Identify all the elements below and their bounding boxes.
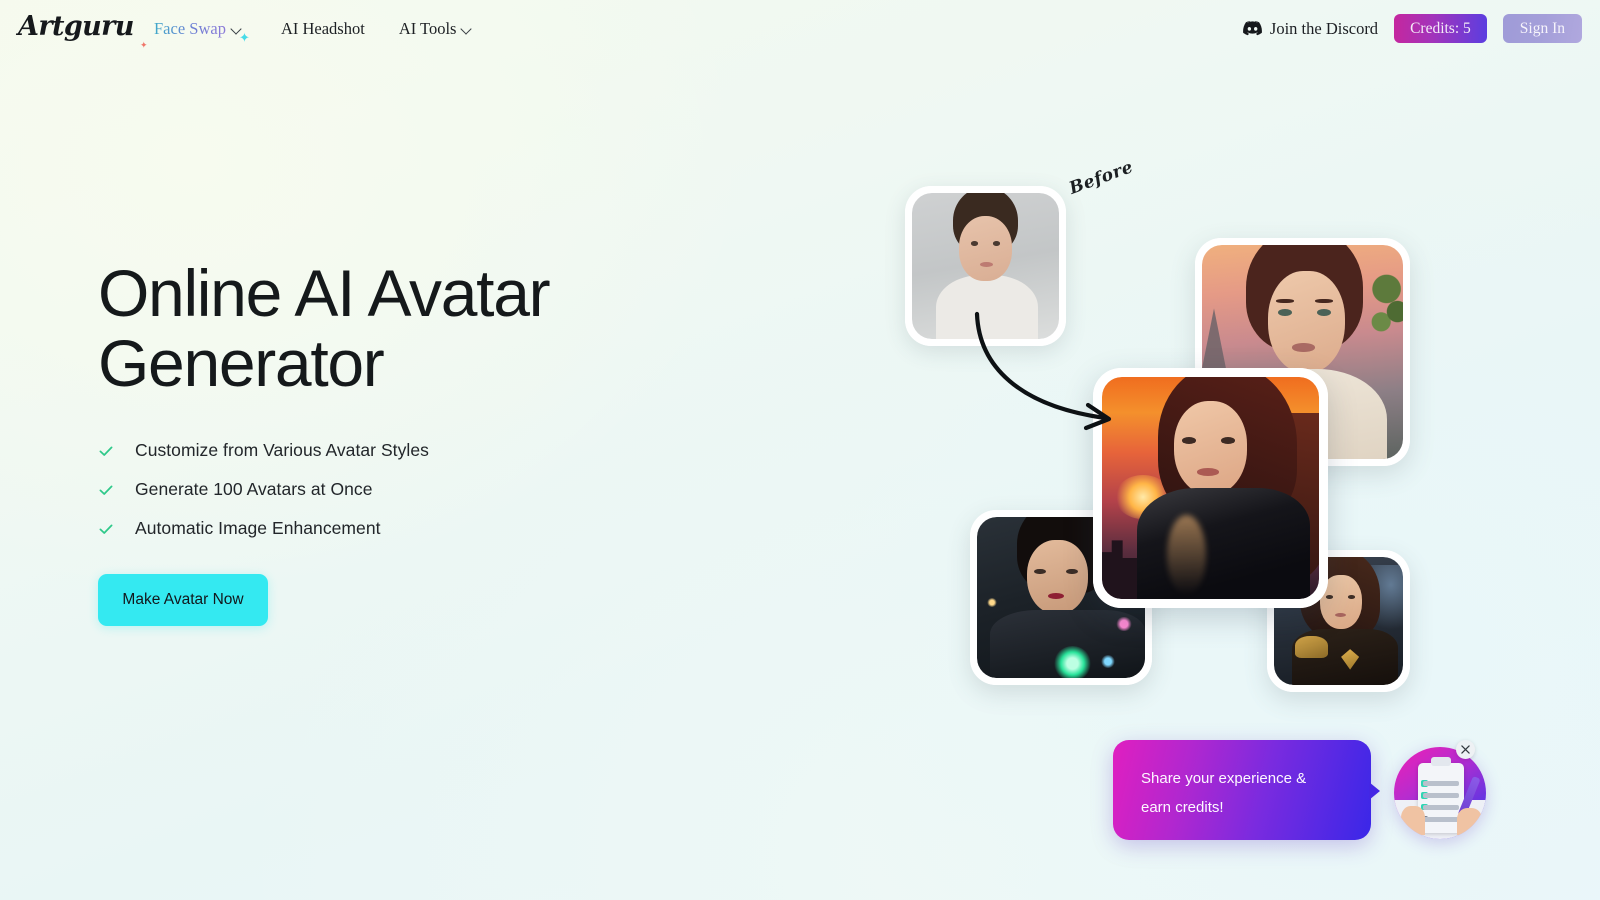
discord-icon [1242, 21, 1262, 36]
check-icon [99, 485, 113, 495]
header-actions: Join the Discord Credits: 5 Sign In [1242, 0, 1582, 57]
before-label: Before [1066, 157, 1137, 199]
survey-message-line-2: earn credits! [1141, 799, 1224, 816]
nav-item-face-swap[interactable]: ✦ Face Swap ✦ [140, 18, 250, 50]
join-discord-label: Join the Discord [1269, 18, 1379, 38]
check-icon [99, 446, 113, 456]
hero-section: Online AI Avatar Generator Customize fro… [98, 258, 738, 626]
list-item: Customize from Various Avatar Styles [98, 440, 738, 461]
nav-item-ai-tools[interactable]: AI Tools [399, 19, 474, 39]
avatar-showcase: Before [900, 157, 1460, 720]
chevron-down-icon [232, 24, 243, 35]
survey-badge-button[interactable] [1394, 747, 1486, 839]
chevron-down-icon [462, 24, 473, 35]
survey-promo: Share your experience & earn credits! [1113, 740, 1486, 840]
sparkle-icon: ✦ [140, 39, 148, 50]
feature-label: Generate 100 Avatars at Once [135, 479, 373, 499]
make-avatar-now-button[interactable]: Make Avatar Now [98, 574, 268, 626]
curved-arrow-icon [974, 311, 1112, 431]
close-survey-button[interactable] [1456, 740, 1475, 759]
main-navigation: ✦ Face Swap ✦ AI Headshot AI Tools [140, 0, 473, 57]
nav-item-label: AI Headshot [280, 18, 365, 38]
site-header: Artguru ✦ Face Swap ✦ AI Headshot AI Too… [0, 0, 1600, 57]
join-discord-link[interactable]: Join the Discord [1242, 18, 1379, 39]
feature-label: Customize from Various Avatar Styles [135, 440, 429, 460]
list-item: Generate 100 Avatars at Once [98, 479, 738, 500]
nav-item-ai-headshot[interactable]: AI Headshot [281, 19, 365, 39]
credits-button[interactable]: Credits: 5 [1394, 14, 1487, 43]
feature-list: Customize from Various Avatar Styles Gen… [98, 440, 738, 539]
nav-item-label: AI Tools [398, 18, 457, 38]
close-icon [1461, 745, 1470, 754]
survey-message-bubble[interactable]: Share your experience & earn credits! [1113, 740, 1380, 840]
feature-label: Automatic Image Enhancement [135, 518, 381, 538]
check-icon [99, 524, 113, 534]
page-title: Online AI Avatar Generator [98, 256, 551, 400]
survey-message-line-1: Share your experience & [1141, 770, 1307, 787]
list-item: Automatic Image Enhancement [98, 518, 738, 539]
nav-item-label: Face Swap [154, 18, 226, 38]
sign-in-button[interactable]: Sign In [1502, 14, 1582, 43]
brand-logo[interactable]: Artguru [18, 11, 134, 42]
